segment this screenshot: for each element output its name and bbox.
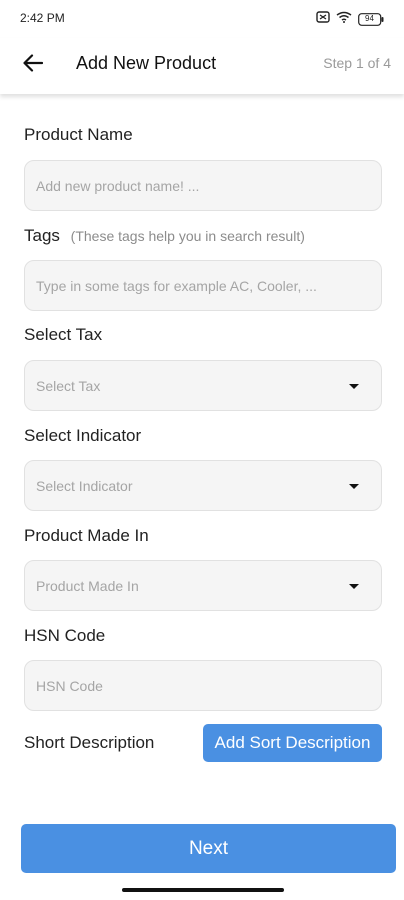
dropdown-arrow-icon: [349, 584, 359, 589]
status-bar: 2:42 PM 94: [0, 0, 404, 38]
hsn-input[interactable]: [25, 661, 381, 710]
next-button[interactable]: Next: [21, 824, 396, 873]
back-arrow-icon: [23, 53, 44, 77]
dropdown-arrow-icon: [349, 484, 359, 489]
made-in-select-value: Product Made In: [36, 578, 139, 594]
tags-input[interactable]: [25, 261, 381, 310]
hsn-label: HSN Code: [24, 626, 106, 645]
product-name-label: Product Name: [24, 125, 133, 144]
tax-select-value: Select Tax: [36, 378, 101, 394]
tags-field[interactable]: [24, 260, 382, 311]
hsn-field[interactable]: [24, 660, 382, 711]
status-time: 2:42 PM: [20, 11, 65, 25]
step-indicator: Step 1 of 4: [323, 55, 391, 71]
dropdown-arrow-icon: [349, 384, 359, 389]
made-in-label: Product Made In: [24, 526, 149, 545]
app-bar: Add New Product Step 1 of 4: [0, 38, 404, 94]
tags-hint: (These tags help you in search result): [70, 228, 305, 244]
indicator-select[interactable]: Select Indicator: [24, 460, 382, 511]
tags-label-row: Tags (These tags help you in search resu…: [24, 226, 305, 246]
tax-label: Select Tax: [24, 325, 103, 344]
add-description-button[interactable]: Add Sort Description: [203, 724, 382, 762]
indicator-label: Select Indicator: [24, 426, 142, 445]
short-description-label: Short Description: [24, 733, 155, 752]
made-in-select[interactable]: Product Made In: [24, 560, 382, 611]
indicator-select-value: Select Indicator: [36, 478, 133, 494]
wifi-icon: [336, 10, 352, 28]
product-name-input[interactable]: [25, 161, 381, 210]
battery-icon: 94: [358, 12, 384, 26]
battery-level: 94: [365, 13, 374, 23]
tags-label: Tags: [24, 226, 60, 245]
tax-select[interactable]: Select Tax: [24, 360, 382, 411]
product-name-field[interactable]: [24, 160, 382, 211]
back-button[interactable]: [18, 50, 48, 80]
status-icons: 94: [316, 10, 384, 28]
screen-record-icon: [316, 10, 330, 28]
page-title: Add New Product: [76, 53, 217, 73]
home-indicator[interactable]: [122, 888, 284, 892]
